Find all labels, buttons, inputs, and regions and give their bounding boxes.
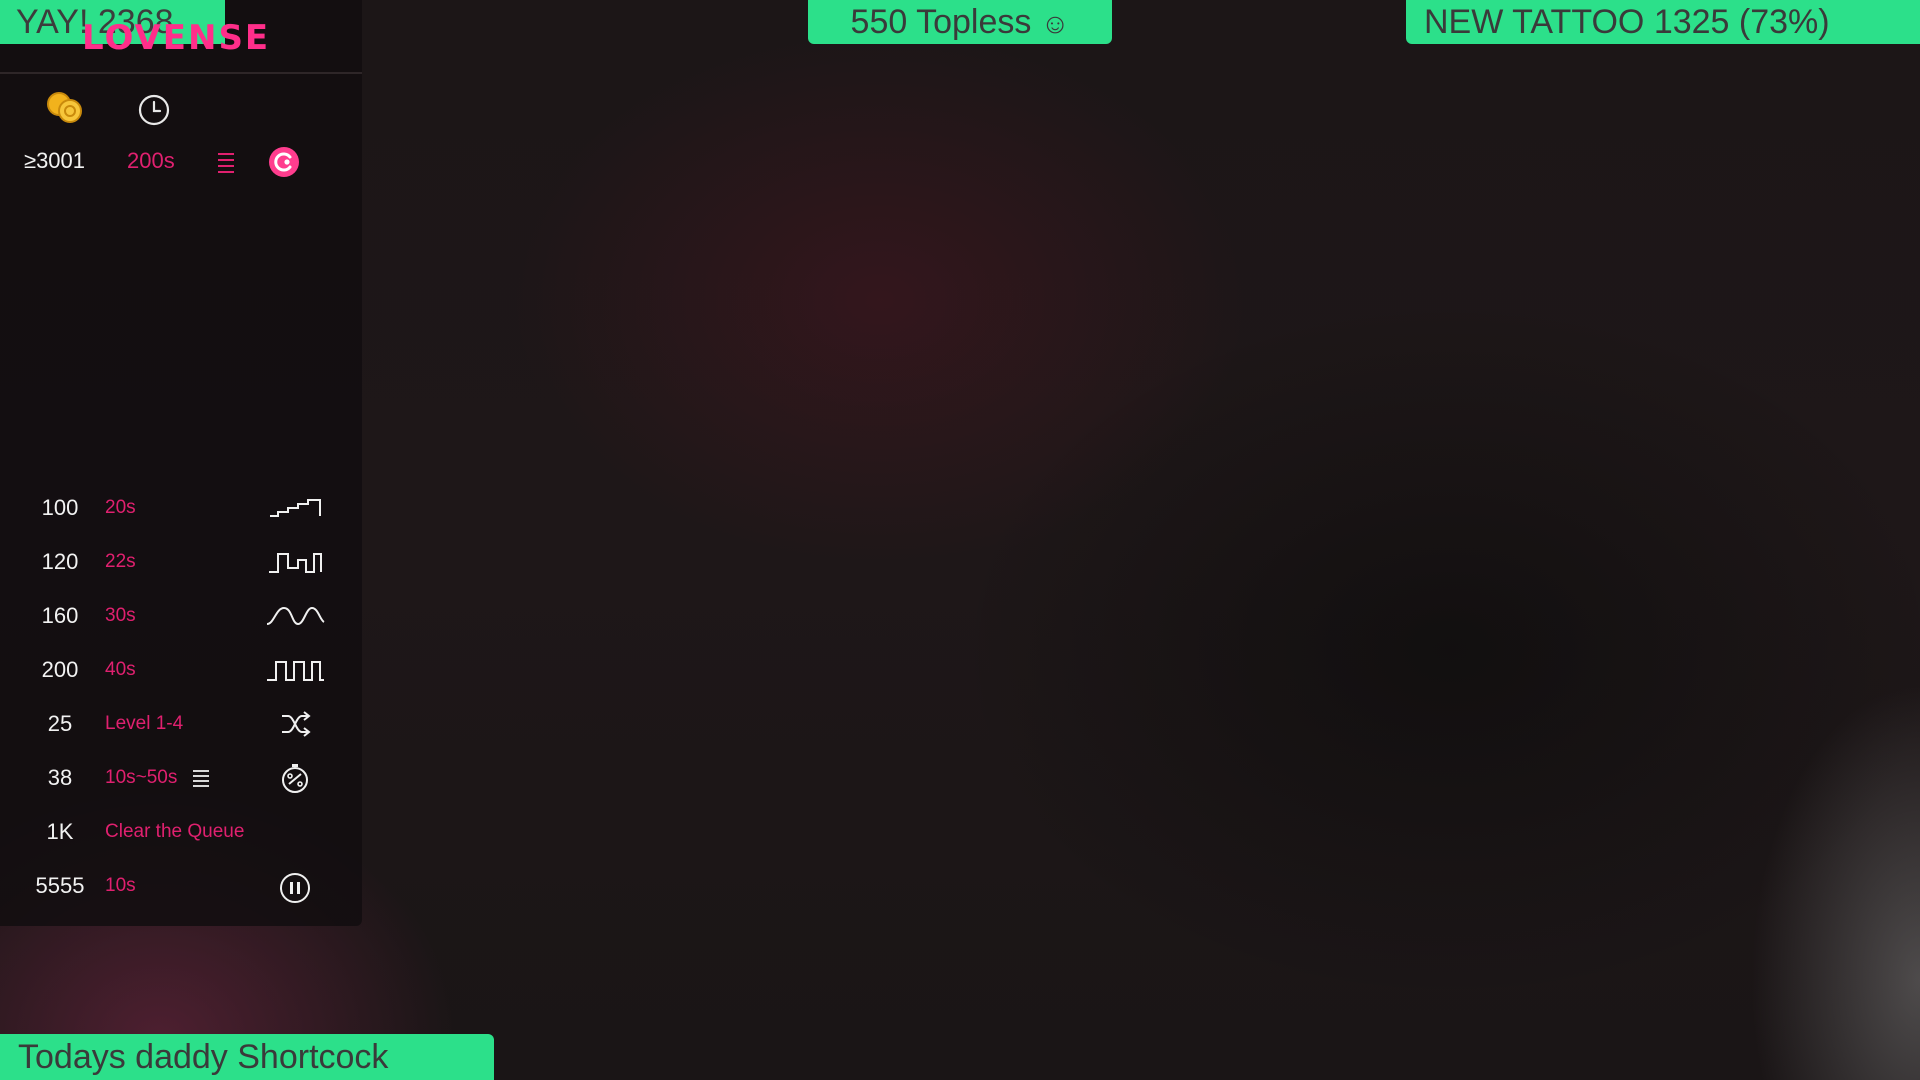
tip-level-row[interactable]: 160 30s — [0, 596, 362, 636]
tip-duration: 30s — [105, 605, 136, 626]
goal-banner-top-center: 550 Topless ☺ — [808, 0, 1112, 44]
pause-icon — [280, 873, 310, 903]
goal-banner-bottom: Todays daddy Shortcock — [0, 1034, 494, 1080]
tip-amount: 1K — [46, 819, 74, 844]
square-wave-icon — [267, 661, 324, 681]
special-tip-duration: 200s — [127, 148, 175, 173]
tip-level-row[interactable]: 120 22s — [0, 542, 362, 582]
goal-banner-top-right: NEW TATTOO 1325 (73%) — [1406, 0, 1920, 44]
tip-level-row[interactable]: 38 10s~50s — [0, 758, 362, 798]
tip-level-row[interactable]: 5555 10s — [0, 866, 362, 906]
tip-amount: 38 — [47, 765, 73, 790]
stairs-wave-icon — [270, 499, 321, 517]
tip-amount: 200 — [41, 657, 79, 682]
tip-amount: 120 — [41, 549, 79, 574]
tip-duration: 40s — [105, 659, 136, 680]
tip-amount: 5555 — [35, 873, 85, 898]
tip-level-row[interactable]: 1K Clear the Queue — [0, 812, 362, 852]
coins-icon[interactable] — [46, 90, 84, 124]
video-stage: LOVENSE ≥3001 200s 100 20s 120 22s 160 3… — [0, 0, 1920, 1080]
tip-duration-range: 10s~50s — [105, 767, 178, 788]
tip-duration: 22s — [105, 551, 136, 572]
special-pattern-icon[interactable] — [268, 146, 300, 178]
pulse-step-icon — [269, 553, 322, 573]
tip-action: Clear the Queue — [105, 821, 245, 842]
tip-amount: 25 — [47, 711, 73, 736]
panel-divider — [0, 72, 362, 74]
smiley-icon: ☺ — [1040, 8, 1070, 39]
list-icon[interactable] — [191, 768, 211, 790]
tip-level-row[interactable]: 25 Level 1-4 — [0, 704, 362, 744]
shuffle-icon — [282, 711, 311, 737]
tip-amount: 100 — [41, 495, 79, 520]
random-timer-icon — [282, 764, 308, 793]
tip-duration: 20s — [105, 497, 136, 518]
list-icon[interactable] — [216, 150, 236, 174]
goal-banner-text: 550 Topless — [850, 3, 1032, 41]
tip-level-row[interactable]: 200 40s — [0, 650, 362, 690]
tip-level-range: Level 1-4 — [105, 713, 184, 734]
tip-duration: 10s — [105, 875, 136, 896]
clock-icon[interactable] — [137, 93, 171, 127]
special-tip-amount: ≥3001 — [24, 148, 86, 173]
tip-amount: 160 — [41, 603, 79, 628]
wave-icon — [266, 606, 325, 626]
tip-menu-panel: LOVENSE ≥3001 200s 100 20s 120 22s 160 3… — [0, 0, 362, 926]
lovense-logo: LOVENSE — [82, 18, 271, 58]
tip-level-row[interactable]: 100 20s — [0, 488, 362, 528]
